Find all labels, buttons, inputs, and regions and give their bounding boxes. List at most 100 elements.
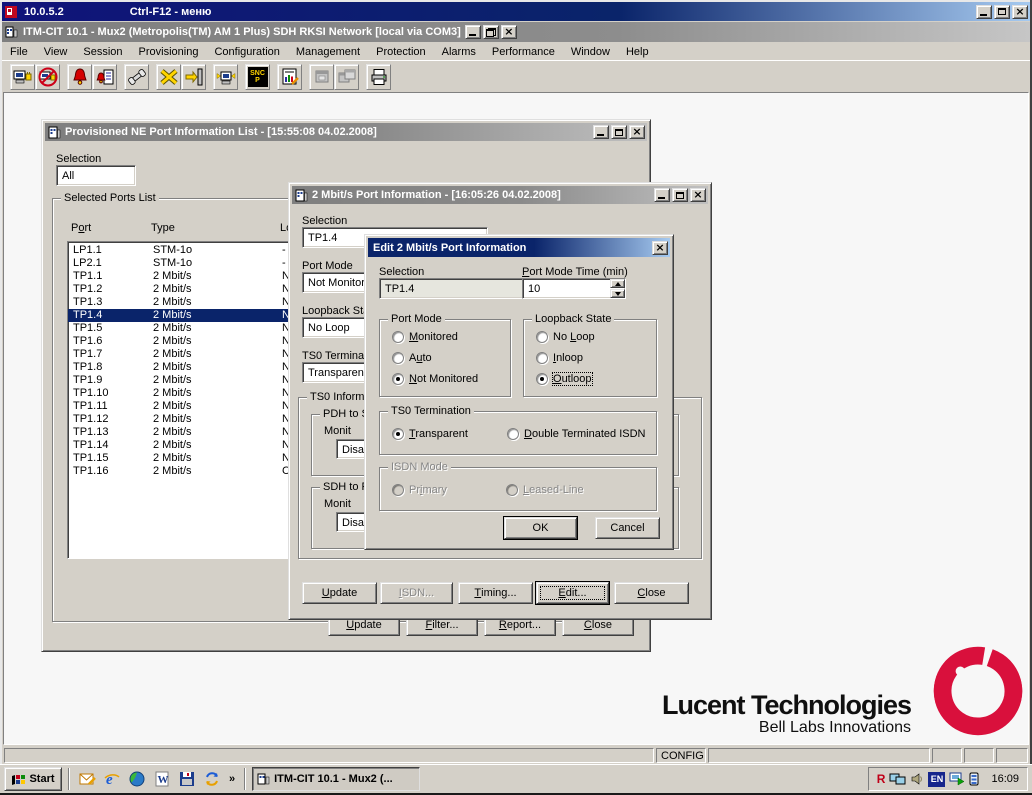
- status-mode-badge: CONFIG: [656, 747, 706, 763]
- tray-language-indicator[interactable]: EN: [928, 771, 946, 787]
- window-b-title-bar[interactable]: 2 Mbit/s Port Information - [16:05:26 04…: [292, 186, 708, 204]
- cross-connect-button[interactable]: [156, 63, 181, 90]
- windows-logo-icon: [12, 774, 26, 785]
- alarm-log-button[interactable]: [92, 63, 117, 90]
- tray-display-icon[interactable]: [949, 772, 965, 786]
- column-header-port[interactable]: Port: [71, 222, 91, 234]
- disconnect-button[interactable]: [35, 63, 60, 90]
- tray-r-icon[interactable]: R: [877, 772, 886, 786]
- menu-item[interactable]: Protection: [368, 45, 434, 59]
- selection-filter-field[interactable]: All: [56, 165, 136, 186]
- floppy-disk-icon: [179, 772, 194, 786]
- isdn-mode-group: ISDN Mode Primary Leased-Line: [379, 461, 657, 511]
- phone-button[interactable]: [124, 63, 149, 90]
- sncp-button[interactable]: SNC P: [245, 63, 270, 90]
- window-a-title: Provisioned NE Port Information List - […: [65, 126, 377, 138]
- radio-circle: [392, 331, 404, 343]
- maximize-icon[interactable]: [672, 188, 688, 202]
- close-icon[interactable]: ×: [500, 25, 517, 39]
- radio-monitored[interactable]: Monitored: [392, 331, 458, 343]
- radio-circle: [392, 352, 404, 364]
- restore-icon[interactable]: [482, 25, 499, 39]
- minimize-icon[interactable]: [464, 25, 481, 39]
- close-button[interactable]: Close: [614, 582, 689, 604]
- radio-double-terminated-isdn[interactable]: Double Terminated ISDN: [507, 428, 645, 440]
- menu-item[interactable]: Management: [288, 45, 368, 59]
- status-cell-3: [996, 747, 1028, 763]
- close-icon[interactable]: ×: [690, 188, 706, 202]
- menu-item[interactable]: Alarms: [434, 45, 484, 59]
- edit-button[interactable]: Edit...: [535, 581, 610, 605]
- menu-item[interactable]: Session: [75, 45, 130, 59]
- menu-item[interactable]: Configuration: [206, 45, 287, 59]
- port-mode-time-spinner[interactable]: [610, 279, 625, 298]
- lucent-tagline: Bell Labs Innovations: [758, 719, 911, 736]
- spinner-down-icon[interactable]: [610, 289, 625, 298]
- menu-item[interactable]: View: [36, 45, 76, 59]
- window-a-title-bar[interactable]: Provisioned NE Port Information List - […: [45, 123, 647, 141]
- quicklaunch-ie-button[interactable]: e: [101, 769, 122, 790]
- status-bar: CONFIG: [2, 746, 1030, 764]
- radio-auto[interactable]: Auto: [392, 352, 432, 364]
- close-icon[interactable]: ×: [1012, 4, 1028, 19]
- radio-not-monitored[interactable]: Not Monitored: [392, 373, 478, 385]
- menu-item[interactable]: Performance: [484, 45, 563, 59]
- cancel-button[interactable]: Cancel: [595, 517, 660, 539]
- report-button[interactable]: [277, 63, 302, 90]
- quicklaunch-disk-button[interactable]: [176, 769, 197, 790]
- quicklaunch-mail-button[interactable]: [76, 769, 97, 790]
- spinner-up-icon[interactable]: [610, 279, 625, 288]
- maximize-icon[interactable]: [611, 125, 627, 139]
- alarms-button[interactable]: [67, 63, 92, 90]
- loopback-state-group: Loopback State No Loop Inloop Outloop: [523, 313, 657, 397]
- window-tool-button-1[interactable]: [309, 63, 334, 90]
- radio-transparent[interactable]: Transparent: [392, 428, 468, 440]
- menu-item[interactable]: Help: [618, 45, 657, 59]
- menu-item[interactable]: Window: [563, 45, 618, 59]
- login-ne-button[interactable]: [181, 63, 206, 90]
- close-icon[interactable]: ×: [652, 240, 668, 255]
- radio-leased-line: Leased-Line: [506, 484, 584, 496]
- start-button[interactable]: Start: [4, 767, 62, 791]
- app-icon: [5, 26, 18, 38]
- menu-item[interactable]: Provisioning: [131, 45, 207, 59]
- dialog-title-bar[interactable]: Edit 2 Mbit/s Port Information ×: [368, 238, 670, 257]
- maximize-icon[interactable]: [994, 4, 1010, 19]
- port-mode-label: Port Mode: [302, 260, 353, 272]
- mail-icon: [79, 773, 96, 785]
- quicklaunch-chevron[interactable]: »: [226, 773, 238, 785]
- isdn-button[interactable]: I SDN...: [380, 582, 453, 604]
- menu-item[interactable]: File: [2, 45, 36, 59]
- update-button[interactable]: Update: [302, 582, 377, 604]
- sync-icon: [205, 772, 218, 786]
- ok-button[interactable]: OK: [503, 516, 578, 540]
- minimize-icon[interactable]: [654, 188, 670, 202]
- status-cell-2: [964, 747, 994, 763]
- minimize-icon[interactable]: [593, 125, 609, 139]
- radio-outloop[interactable]: Outloop: [536, 372, 593, 386]
- radio-inloop[interactable]: Inloop: [536, 352, 583, 364]
- tray-volume-icon[interactable]: [910, 772, 924, 786]
- ne-transfer-icon: [216, 71, 235, 84]
- timing-button[interactable]: Timing...: [458, 582, 533, 604]
- connect-button[interactable]: [10, 63, 35, 90]
- status-cell-1: [932, 747, 962, 763]
- task-button-itm-cit[interactable]: ITM-CIT 10.1 - Mux2 (...: [252, 767, 421, 791]
- close-icon[interactable]: ×: [629, 125, 645, 139]
- quicklaunch-word-button[interactable]: W: [151, 769, 172, 790]
- radio-no-loop[interactable]: No Loop: [536, 331, 595, 343]
- quicklaunch-explorer-button[interactable]: [126, 769, 147, 790]
- minimize-icon[interactable]: [976, 4, 992, 19]
- radio-circle: [536, 352, 548, 364]
- ne-transfer-button[interactable]: [213, 63, 238, 90]
- window-tool-button-2[interactable]: [334, 63, 359, 90]
- column-header-type[interactable]: Type: [151, 222, 175, 234]
- tray-network-icon[interactable]: [889, 772, 906, 786]
- print-button[interactable]: [366, 63, 391, 90]
- tray-battery-icon[interactable]: [969, 772, 979, 786]
- quicklaunch-sync-button[interactable]: [201, 769, 222, 790]
- tray-clock[interactable]: 16:09: [991, 773, 1019, 785]
- radio-circle: [536, 331, 548, 343]
- lucent-ring-logo: [933, 646, 1023, 736]
- radio-circle: [392, 373, 404, 385]
